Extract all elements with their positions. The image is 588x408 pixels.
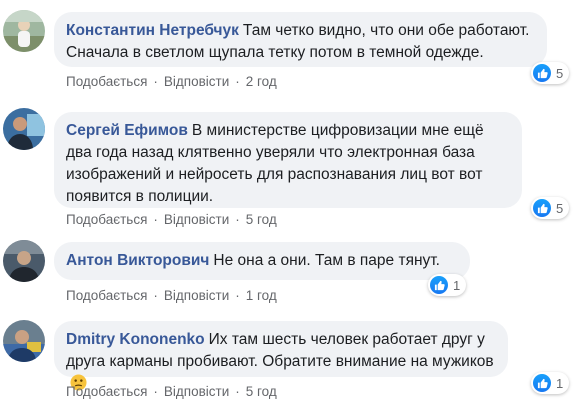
comment-time[interactable]: 5 год xyxy=(246,384,277,399)
like-link[interactable]: Подобається xyxy=(66,74,147,89)
like-icon xyxy=(533,374,551,392)
reaction-number: 1 xyxy=(453,277,461,293)
like-link[interactable]: Подобається xyxy=(66,212,147,227)
like-icon xyxy=(533,199,551,217)
comment: Константин Нетребчук Там четко видно, что… xyxy=(0,0,588,100)
comment-time[interactable]: 2 год xyxy=(246,74,277,89)
comment-bubble: Константин Нетребчук Там четко видно, что… xyxy=(54,12,547,67)
comment: Dmitry Kononenko Их там шесть человек раб… xyxy=(0,315,588,408)
reaction-count[interactable]: 5 xyxy=(531,62,570,84)
comment-author[interactable]: Сергей Ефимов xyxy=(66,122,188,139)
comment-actions: Подобається · Відповісти · 2 год xyxy=(66,74,277,89)
comment-author[interactable]: Константин Нетребчук xyxy=(66,22,239,39)
like-icon xyxy=(533,64,551,82)
comment-bubble: Антон Викторович Не она а они. Там в паре… xyxy=(54,242,470,280)
reaction-number: 5 xyxy=(556,65,564,81)
reply-link[interactable]: Відповісти xyxy=(164,288,229,303)
reaction-count[interactable]: 1 xyxy=(531,372,570,394)
reaction-count[interactable]: 1 xyxy=(428,274,467,296)
comment-bubble: Сергей Ефимов В министерстве цифровизации… xyxy=(54,112,522,208)
comment: Сергей Ефимов В министерстве цифровизации… xyxy=(0,100,588,235)
reply-link[interactable]: Відповісти xyxy=(164,74,229,89)
avatar[interactable] xyxy=(3,240,45,282)
like-link[interactable]: Подобається xyxy=(66,288,147,303)
reply-link[interactable]: Відповісти xyxy=(164,384,229,399)
comment: Антон Викторович Не она а они. Там в паре… xyxy=(0,235,588,315)
comment-author[interactable]: Антон Викторович xyxy=(66,252,209,269)
like-link[interactable]: Подобається xyxy=(66,384,147,399)
comment-actions: Подобається · Відповісти · 1 год xyxy=(66,288,277,303)
comment-bubble: Dmitry Kononenko Их там шесть человек раб… xyxy=(54,321,508,391)
avatar[interactable] xyxy=(3,108,45,150)
reaction-count[interactable]: 5 xyxy=(531,197,570,219)
comment-time[interactable]: 5 год xyxy=(246,212,277,227)
avatar[interactable] xyxy=(3,10,45,52)
avatar[interactable] xyxy=(3,320,45,362)
comment-actions: Подобається · Відповісти · 5 год xyxy=(66,212,277,227)
comment-actions: Подобається · Відповісти · 5 год xyxy=(66,384,277,399)
reply-link[interactable]: Відповісти xyxy=(164,212,229,227)
comment-author[interactable]: Dmitry Kononenko xyxy=(66,331,205,348)
reaction-number: 5 xyxy=(556,200,564,216)
comment-text: Не она а они. Там в паре тянут. xyxy=(213,252,440,269)
comment-time[interactable]: 1 год xyxy=(246,288,277,303)
like-icon xyxy=(430,276,448,294)
reaction-number: 1 xyxy=(556,375,564,391)
